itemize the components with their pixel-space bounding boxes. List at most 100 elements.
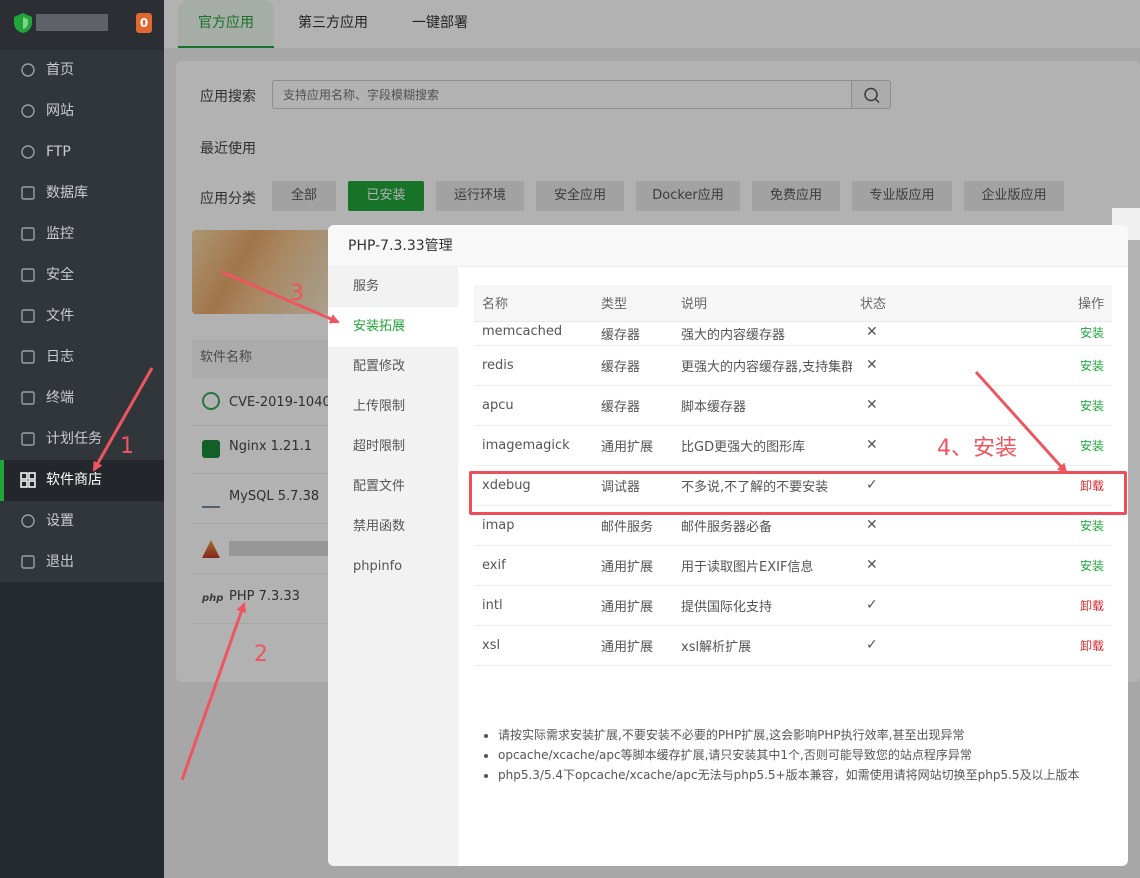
- gear-icon: [21, 514, 35, 528]
- modal-side-item[interactable]: 超时限制: [328, 427, 458, 467]
- ext-desc: 强大的内容缓存器: [673, 321, 852, 346]
- modal-side-item[interactable]: 服务: [328, 267, 458, 307]
- monitor-icon: [21, 227, 35, 241]
- notification-badge[interactable]: 0: [136, 13, 152, 33]
- php-manage-modal: PHP-7.3.33管理 服务 安装拓展 配置修改 上传限制 超时限制 配置文件 禁用函数 p…: [328, 225, 1128, 866]
- sidebar-menu: 首页网站 FTP 数据库 监控安全文件日志终端计划任务 软件商店 设置退出: [0, 50, 164, 582]
- sidebar-item[interactable]: 首页: [0, 50, 164, 91]
- col-name: 名称: [474, 285, 593, 322]
- modal-title: PHP-7.3.33管理: [328, 225, 1128, 267]
- sidebar-item-label: 首页: [46, 62, 74, 78]
- sidebar-item[interactable]: 文件: [0, 296, 164, 337]
- sidebar-item[interactable]: 日志: [0, 337, 164, 378]
- ext-op-cell: 卸载: [972, 465, 1112, 506]
- ext-type: 缓存器: [593, 345, 673, 386]
- modal-side-menu: 服务 安装拓展 配置修改 上传限制 超时限制 配置文件 禁用函数 phpinfo: [328, 267, 458, 866]
- server-name-redacted: [36, 14, 108, 31]
- ext-op-cell: 卸载: [972, 585, 1112, 626]
- table-row: imap 邮件服务 邮件服务器必备 ✕ 安装: [474, 505, 1112, 546]
- ext-name: exif: [474, 545, 593, 586]
- table-row: memcached 缓存器 强大的内容缓存器 ✕ 安装: [474, 321, 1112, 346]
- sidebar-item-label: 日志: [46, 349, 74, 365]
- not-installed-x-icon: ✕: [852, 321, 972, 346]
- sidebar-item-label: 退出: [46, 554, 74, 570]
- sidebar-item[interactable]: 网站: [0, 91, 164, 132]
- ftp-icon: [21, 145, 35, 159]
- sidebar-item[interactable]: 安全: [0, 255, 164, 296]
- installed-check-icon: ✓: [852, 625, 972, 666]
- ext-desc: 脚本缓存器: [673, 385, 852, 426]
- ext-op-cell: 安装: [972, 321, 1112, 346]
- ext-op-cell: 安装: [972, 425, 1112, 466]
- not-installed-x-icon: ✕: [852, 505, 972, 546]
- sidebar-item-label: 安全: [46, 267, 74, 283]
- table-row: imagemagick 通用扩展 比GD更强大的图形库 ✕ 安装: [474, 425, 1112, 466]
- grid-icon: [20, 472, 36, 488]
- sidebar-footer: [0, 582, 164, 878]
- uninstall-link[interactable]: 卸载: [1080, 639, 1104, 653]
- modal-side-item[interactable]: 配置修改: [328, 347, 458, 387]
- ext-type: 通用扩展: [593, 425, 673, 466]
- installed-check-icon: ✓: [852, 465, 972, 506]
- table-row: intl 通用扩展 提供国际化支持 ✓ 卸载: [474, 585, 1112, 626]
- sidebar-item-label: 终端: [46, 390, 74, 406]
- table-row: xdebug 调试器 不多说,不了解的不要安装 ✓ 卸载: [474, 465, 1112, 506]
- install-link[interactable]: 安装: [1080, 559, 1104, 573]
- ext-type: 通用扩展: [593, 545, 673, 586]
- sidebar-item[interactable]: 设置: [0, 501, 164, 542]
- table-header-row: 名称 类型 说明 状态 操作: [474, 285, 1112, 322]
- install-link[interactable]: 安装: [1080, 399, 1104, 413]
- uninstall-link[interactable]: 卸载: [1080, 599, 1104, 613]
- modal-content: 名称 类型 说明 状态 操作 memcached 缓存器 强大的内容缓存器 ✕ 安装 re…: [458, 267, 1128, 866]
- install-link[interactable]: 安装: [1080, 326, 1104, 340]
- install-link[interactable]: 安装: [1080, 519, 1104, 533]
- folder-icon: [21, 309, 35, 323]
- shield-icon: [21, 268, 35, 282]
- sidebar-item[interactable]: 退出: [0, 542, 164, 583]
- modal-side-item[interactable]: 上传限制: [328, 387, 458, 427]
- home-icon: [21, 63, 35, 77]
- col-op: 操作: [972, 285, 1112, 322]
- ext-name: memcached: [474, 321, 593, 346]
- note-item: opcache/xcache/apc等脚本缓存扩展,请只安装其中1个,否则可能导…: [498, 745, 1080, 765]
- modal-side-item[interactable]: 禁用函数: [328, 507, 458, 547]
- ext-type: 缓存器: [593, 385, 673, 426]
- extension-table: 名称 类型 说明 状态 操作 memcached 缓存器 强大的内容缓存器 ✕ 安装 re…: [474, 285, 1112, 666]
- ext-desc: xsl解析扩展: [673, 625, 852, 666]
- sidebar-item[interactable]: 软件商店: [0, 460, 164, 501]
- sidebar-item[interactable]: FTP: [0, 132, 164, 173]
- sidebar-item[interactable]: 监控: [0, 214, 164, 255]
- sidebar-item[interactable]: 计划任务: [0, 419, 164, 460]
- ext-op-cell: 安装: [972, 385, 1112, 426]
- sidebar-item-label: 文件: [46, 308, 74, 324]
- table-row: apcu 缓存器 脚本缓存器 ✕ 安装: [474, 385, 1112, 426]
- install-link[interactable]: 安装: [1080, 359, 1104, 373]
- ext-name: imap: [474, 505, 593, 546]
- globe-icon: [21, 104, 35, 118]
- ext-name: xdebug: [474, 465, 593, 506]
- modal-side-item[interactable]: 配置文件: [328, 467, 458, 507]
- logout-icon: [21, 555, 35, 569]
- ext-op-cell: 安装: [972, 345, 1112, 386]
- sidebar-header: 0: [0, 0, 164, 48]
- log-icon: [21, 350, 35, 364]
- ext-desc: 不多说,不了解的不要安装: [673, 465, 852, 506]
- sidebar-item-label: FTP: [46, 144, 71, 160]
- ext-type: 调试器: [593, 465, 673, 506]
- install-link[interactable]: 安装: [1080, 439, 1104, 453]
- table-row: exif 通用扩展 用于读取图片EXIF信息 ✕ 安装: [474, 545, 1112, 586]
- modal-side-item[interactable]: phpinfo: [328, 547, 458, 587]
- sidebar-item[interactable]: 终端: [0, 378, 164, 419]
- not-installed-x-icon: ✕: [852, 385, 972, 426]
- database-icon: [21, 186, 35, 200]
- uninstall-link[interactable]: 卸载: [1080, 479, 1104, 493]
- ext-desc: 提供国际化支持: [673, 585, 852, 626]
- ext-op-cell: 安装: [972, 545, 1112, 586]
- sidebar-item[interactable]: 数据库: [0, 173, 164, 214]
- ext-op-cell: 安装: [972, 505, 1112, 546]
- ext-op-cell: 卸载: [972, 625, 1112, 666]
- not-installed-x-icon: ✕: [852, 425, 972, 466]
- modal-side-item[interactable]: 安装拓展: [328, 307, 458, 347]
- ext-name: intl: [474, 585, 593, 626]
- not-installed-x-icon: ✕: [852, 545, 972, 586]
